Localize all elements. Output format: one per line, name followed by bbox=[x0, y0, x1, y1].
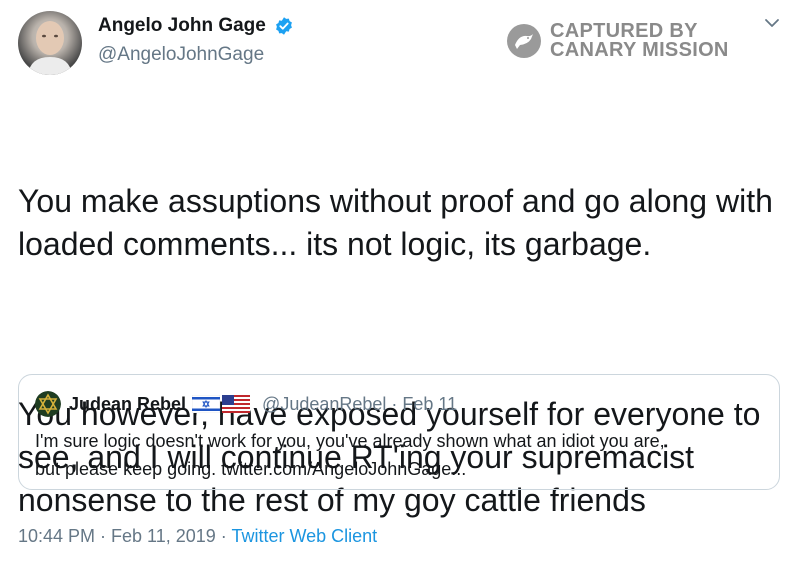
verified-badge-icon bbox=[276, 17, 293, 35]
israel-flag-icon bbox=[192, 395, 221, 413]
author-avatar[interactable] bbox=[18, 11, 82, 75]
quoted-tweet-header: Judean Rebel @JudeanRebel · Feb 11 bbox=[35, 391, 457, 417]
tweet-source-link[interactable]: Twitter Web Client bbox=[231, 526, 377, 546]
usa-flag-icon bbox=[222, 395, 251, 413]
tweet-paragraph-1: You make assuptions without proof and go… bbox=[18, 183, 773, 262]
tweet-timestamp[interactable]: 10:44 PM · Feb 11, 2019 · bbox=[18, 526, 231, 546]
author-handle[interactable]: @AngeloJohnGage bbox=[98, 42, 294, 68]
tweet-text: You make assuptions without proof and go… bbox=[18, 94, 788, 565]
quoted-display-name[interactable]: Judean Rebel bbox=[69, 394, 186, 415]
avatar-photo bbox=[28, 21, 72, 75]
quoted-avatar[interactable] bbox=[35, 391, 61, 417]
canary-mission-watermark: CAPTURED BY CANARY MISSION bbox=[506, 21, 729, 61]
author-block: Angelo John Gage @AngeloJohnGage bbox=[98, 14, 294, 68]
quoted-tweet-text: I'm sure logic doesn't work for you, you… bbox=[35, 431, 665, 479]
quoted-handle-date[interactable]: @JudeanRebel · Feb 11 bbox=[262, 394, 457, 415]
author-display-name[interactable]: Angelo John Gage bbox=[98, 14, 266, 38]
canary-mission-logo bbox=[507, 24, 541, 58]
watermark-line-2: CANARY MISSION bbox=[550, 39, 729, 61]
quoted-tweet[interactable]: Judean Rebel @JudeanRebel · Feb 11 I'm s… bbox=[18, 374, 780, 490]
chevron-down-icon[interactable] bbox=[763, 16, 781, 30]
tweet-meta: 10:44 PM · Feb 11, 2019 · Twitter Web Cl… bbox=[18, 526, 377, 547]
